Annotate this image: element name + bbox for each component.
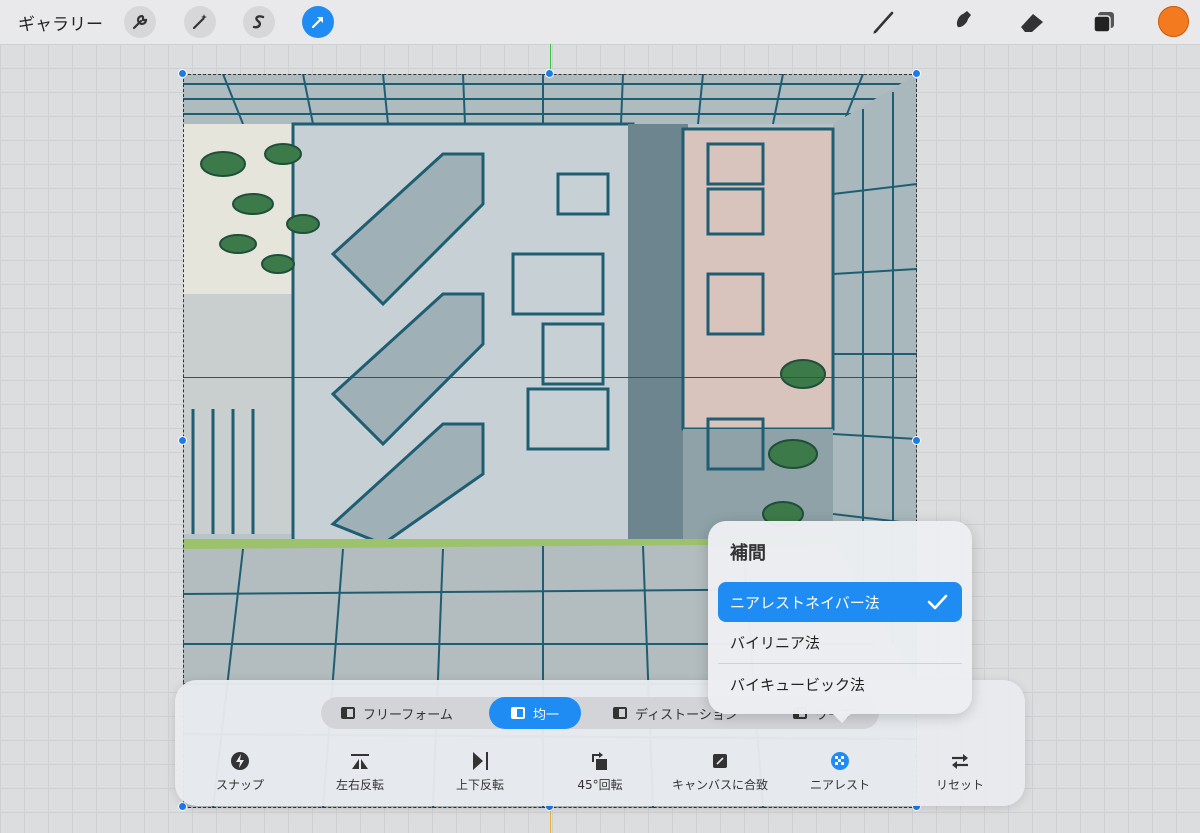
mode-uniform-label: 均一 [532, 707, 559, 723]
option-bicubic[interactable]: バイキュービック法 [718, 664, 962, 704]
layers-icon [1093, 12, 1114, 33]
actions-button[interactable] [124, 6, 156, 38]
reset-label: リセット [935, 778, 984, 792]
transform-arrow-icon [311, 16, 324, 29]
snap-lightning-icon [231, 752, 249, 770]
selection-button[interactable] [243, 6, 275, 38]
selection-s-icon [252, 15, 265, 29]
flip-vertical-label: 上下反転 [455, 778, 504, 792]
handle-middle-right[interactable] [912, 436, 921, 445]
mode-freeform-label: フリーフォーム [363, 707, 453, 723]
handle-top-left[interactable] [178, 69, 187, 78]
handle-middle-left[interactable] [178, 436, 187, 445]
color-picker-button[interactable] [1158, 6, 1189, 37]
brush-icon [873, 11, 894, 34]
option-nearest-neighbor-label: ニアレストネイバー法 [730, 593, 880, 612]
reset-icon [952, 754, 968, 769]
popover-arrow [830, 711, 854, 723]
checkmark-icon [927, 594, 948, 610]
magic-wand-icon [192, 14, 207, 30]
gallery-button[interactable]: ギャラリー [18, 10, 103, 35]
mode-uniform[interactable]: 均一 [489, 697, 581, 729]
fit-canvas-icon [713, 754, 727, 768]
option-bilinear-label: バイリニア法 [730, 633, 821, 652]
top-toolbar: ギャラリー [0, 0, 1200, 44]
snap-label: スナップ [215, 778, 264, 792]
transform-button[interactable] [302, 6, 334, 38]
eraser-button[interactable] [1016, 6, 1048, 38]
interpolation-popover: 補間 ニアレストネイバー法 バイリニア法 バイキュービック法 [708, 521, 972, 723]
wrench-icon [132, 14, 148, 30]
popover-title: 補間 [730, 543, 766, 564]
fit-canvas-button[interactable]: キャンバスに合致 [665, 750, 775, 793]
option-bicubic-label: バイキュービック法 [730, 675, 866, 694]
rotate-45-label: 45°回転 [577, 778, 623, 792]
flip-horizontal-label: 左右反転 [335, 778, 384, 792]
adjustments-button[interactable] [184, 6, 216, 38]
smudge-button[interactable] [946, 6, 978, 38]
layers-button[interactable] [1088, 6, 1120, 38]
interpolation-icon [831, 752, 849, 770]
reset-button[interactable]: リセット [905, 750, 1015, 793]
uniform-icon [510, 707, 525, 719]
flip-horizontal-button[interactable]: 左右反転 [305, 750, 415, 793]
snap-button[interactable]: スナップ [185, 750, 295, 793]
distort-icon [613, 707, 627, 719]
option-nearest-neighbor[interactable]: ニアレストネイバー法 [718, 582, 962, 622]
option-bilinear[interactable]: バイリニア法 [718, 622, 962, 662]
eraser-icon [1021, 14, 1043, 32]
smudge-icon [953, 11, 971, 33]
interpolation-button[interactable]: ニアレスト [785, 750, 895, 793]
handle-top-right[interactable] [912, 69, 921, 78]
rotate-45-button[interactable]: 45°回転 [545, 750, 655, 793]
handle-top-center[interactable] [545, 69, 554, 78]
freeform-icon [341, 707, 355, 719]
interpolation-label: ニアレスト [809, 778, 870, 792]
flip-vertical-button[interactable]: 上下反転 [425, 750, 535, 793]
flip-vertical-icon [473, 752, 488, 770]
rotate-45-icon [592, 752, 607, 770]
flip-horizontal-icon [351, 754, 369, 769]
mode-freeform[interactable]: フリーフォーム [341, 697, 453, 729]
fit-canvas-label: キャンバスに合致 [671, 778, 768, 792]
brush-button[interactable] [868, 6, 900, 38]
